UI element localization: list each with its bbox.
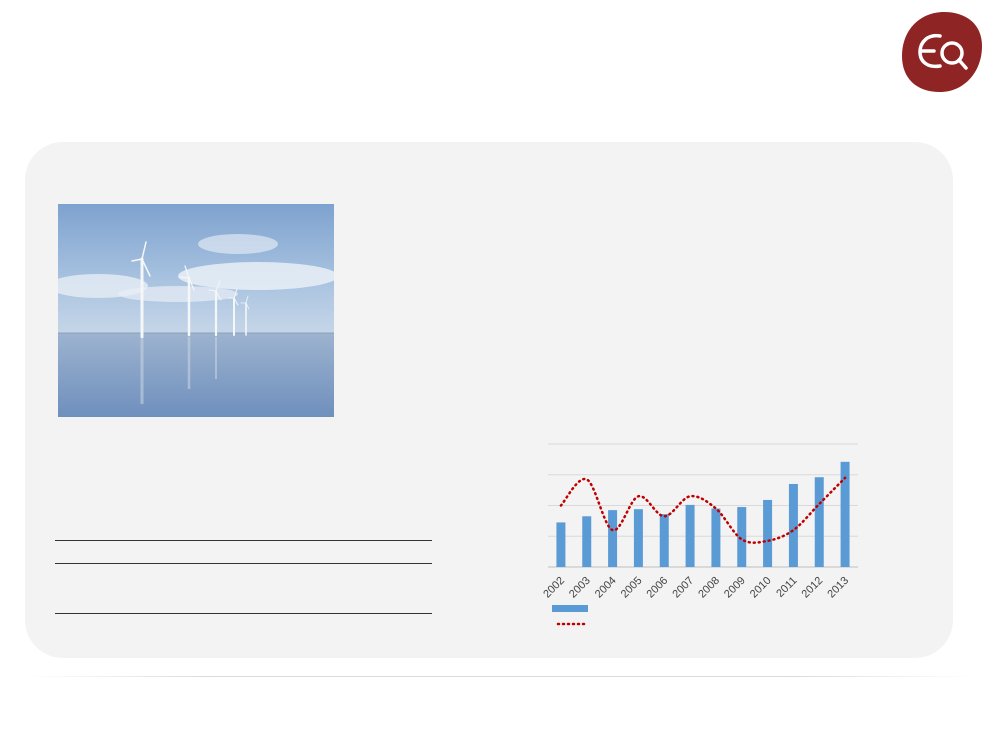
x-tick-label: 2003 xyxy=(567,575,593,601)
x-tick-label: 2002 xyxy=(541,575,567,601)
x-tick-label: 2008 xyxy=(696,575,722,601)
bar-2005 xyxy=(633,509,643,567)
bar-2008 xyxy=(711,508,721,567)
x-tick-label: 2007 xyxy=(670,575,696,601)
bar-2002 xyxy=(556,522,566,567)
eq-logo-icon xyxy=(902,12,982,92)
bar-2010 xyxy=(763,499,773,567)
bar-2011 xyxy=(788,483,798,567)
x-tick-label: 2004 xyxy=(593,575,619,601)
line-series xyxy=(559,476,847,544)
bar-2006 xyxy=(659,514,669,567)
legend-bar-swatch xyxy=(552,605,588,612)
x-tick-label: 2005 xyxy=(619,575,645,601)
table-rule-middle xyxy=(55,563,432,564)
bar-2009 xyxy=(737,507,747,567)
x-tick-label: 2012 xyxy=(800,575,826,601)
logo xyxy=(900,12,984,94)
x-tick-label: 2009 xyxy=(722,575,748,601)
bar-2004 xyxy=(608,510,618,567)
footer-divider xyxy=(28,676,974,677)
chart: 2002 2003 2004 2005 2006 2007 2008 2009 2010 2011… xyxy=(530,435,880,635)
table-rule-top xyxy=(55,540,432,541)
offshore-wind-turbines-photo xyxy=(58,204,334,417)
x-tick-label: 2006 xyxy=(645,575,671,601)
x-tick-label: 2010 xyxy=(748,575,774,601)
bar-2012 xyxy=(814,477,824,567)
bar-2007 xyxy=(685,504,695,567)
table-rule-bottom xyxy=(55,613,432,614)
x-tick-label: 2011 xyxy=(774,575,799,600)
x-tick-label: 2013 xyxy=(825,575,851,601)
bar-2003 xyxy=(582,516,592,567)
combo-chart: 2002 2003 2004 2005 2006 2007 2008 2009 2010 2011… xyxy=(541,443,858,626)
